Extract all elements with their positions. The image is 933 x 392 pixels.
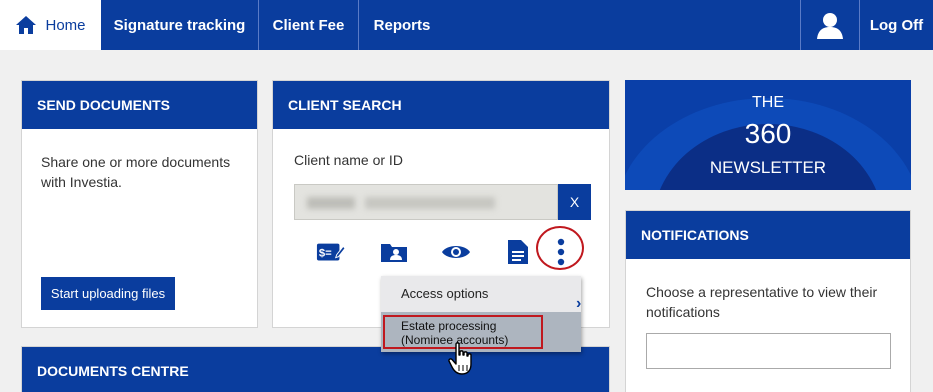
menu-item-estate-processing[interactable]: Estate processing (Nominee accounts) (381, 312, 581, 352)
client-folder-button[interactable] (379, 238, 409, 266)
document-button[interactable] (503, 238, 533, 266)
nav-reports[interactable]: Reports (359, 0, 445, 50)
home-icon (16, 16, 37, 34)
nav-home-label: Home (45, 16, 86, 34)
client-folder-icon (381, 244, 407, 262)
client-search-title: CLIENT SEARCH (273, 81, 609, 129)
nav-client-fee[interactable]: Client Fee (259, 0, 359, 50)
more-options-menu: Access options Estate processing (Nomine… (381, 276, 581, 352)
newsletter-line2: 360 (744, 118, 792, 149)
nav-signature-tracking[interactable]: Signature tracking (101, 0, 259, 50)
more-options-button[interactable] (546, 238, 576, 266)
notifications-card: NOTIFICATIONS Choose a representative to… (625, 210, 911, 392)
svg-text:$=: $= (319, 248, 332, 260)
menu-item-estate-processing-line1: Estate processing (401, 319, 497, 333)
send-documents-card: SEND DOCUMENTS Share one or more documen… (21, 80, 258, 328)
notifications-title: NOTIFICATIONS (626, 211, 910, 259)
newsletter-line3: NEWSLETTER (709, 158, 827, 177)
newsletter-banner[interactable]: THE 360 NEWSLETTER (625, 80, 911, 190)
client-search-label: Client name or ID (294, 152, 403, 168)
representative-select[interactable] (646, 333, 891, 369)
documents-centre-card: DOCUMENTS CENTRE (21, 346, 610, 392)
clear-search-button[interactable]: X (558, 184, 591, 220)
document-icon (508, 240, 528, 264)
redacted-text (365, 197, 495, 209)
fee-icon: $= (316, 243, 346, 261)
more-options-icon (557, 238, 565, 266)
user-icon (817, 13, 843, 39)
user-profile-button[interactable] (800, 0, 860, 50)
view-icon (442, 246, 470, 258)
fee-action-button[interactable]: $= (316, 238, 346, 266)
client-search-input[interactable] (294, 184, 558, 220)
nav-home[interactable]: Home (0, 0, 101, 50)
notifications-description: Choose a representative to view their no… (646, 284, 878, 320)
menu-item-access-options[interactable]: Access options (381, 276, 581, 312)
send-documents-description: Share one or more documents with Investi… (41, 154, 231, 190)
nav-log-off[interactable]: Log Off (860, 0, 933, 50)
send-documents-title: SEND DOCUMENTS (22, 81, 257, 129)
hand-cursor-icon (448, 342, 472, 375)
newsletter-line1: THE (752, 94, 784, 111)
documents-centre-title: DOCUMENTS CENTRE (22, 347, 609, 392)
view-button[interactable] (441, 238, 471, 266)
redacted-text (307, 197, 355, 209)
start-uploading-button[interactable]: Start uploading files (41, 277, 175, 310)
chevron-right-icon[interactable]: › (576, 295, 581, 313)
top-navigation: Home Signature tracking Client Fee Repor… (0, 0, 933, 50)
